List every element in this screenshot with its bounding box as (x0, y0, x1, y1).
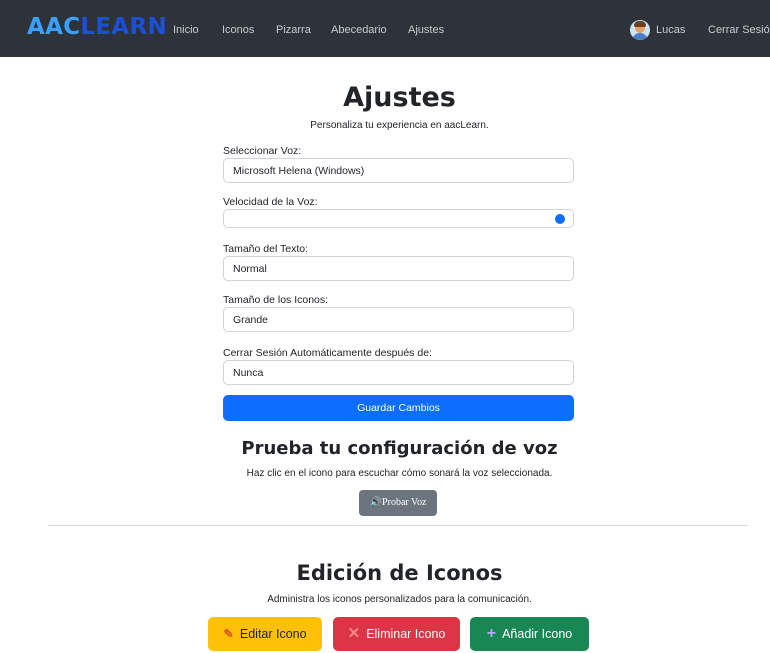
user-avatar-icon[interactable] (630, 20, 650, 40)
settings-title: Ajustes (343, 82, 456, 113)
edit-icon-button[interactable]: ✎ Editar Icono (208, 617, 322, 651)
nav-link-abecedario[interactable]: Abecedario (331, 24, 387, 36)
section-divider (48, 525, 748, 526)
voice-select[interactable]: Microsoft Helena (Windows) (223, 158, 574, 183)
icon-editing-subtitle: Administra los iconos personalizados par… (267, 594, 532, 605)
add-icon-label: Añadir Icono (502, 627, 573, 641)
nav-link-ajustes[interactable]: Ajustes (408, 24, 444, 36)
voice-test-subtitle: Haz clic en el icono para escuchar cómo … (246, 468, 553, 479)
icon-editing-title: Edición de Iconos (296, 561, 503, 585)
speed-slider-thumb[interactable] (555, 214, 565, 224)
nav-link-iconos[interactable]: Iconos (222, 24, 254, 36)
icon-size-label: Tamaño de los Iconos: (223, 294, 329, 306)
delete-icon-button[interactable]: ✕ Eliminar Icono (333, 617, 460, 651)
voice-label: Seleccionar Voz: (223, 145, 302, 157)
speaker-icon: 🔊 (369, 497, 383, 508)
icon-size-select[interactable]: Grande (223, 307, 574, 332)
edit-icon-label: Editar Icono (239, 627, 307, 641)
text-size-select[interactable]: Normal (223, 256, 574, 281)
voice-test-title: Prueba tu configuración de voz (241, 438, 558, 459)
settings-subtitle: Personaliza tu experiencia en aacLearn. (310, 120, 489, 131)
add-icon-button[interactable]: + Añadir Icono (470, 617, 589, 651)
navbar: AACLEARN Inicio Iconos Pizarra Abecedari… (0, 0, 770, 57)
user-name[interactable]: Lucas (656, 24, 685, 36)
nav-link-inicio[interactable]: Inicio (173, 24, 199, 36)
brand-part-2: LEARN (80, 14, 168, 40)
brand-logo[interactable]: AACLEARN (27, 14, 167, 40)
speed-label: Velocidad de la Voz: (223, 196, 318, 208)
pencil-icon: ✎ (223, 627, 234, 641)
text-size-label: Tamaño del Texto: (223, 243, 309, 255)
brand-part-1: AAC (27, 14, 81, 40)
nav-link-pizarra[interactable]: Pizarra (276, 24, 311, 36)
delete-icon-label: Eliminar Icono (366, 627, 446, 641)
auto-logout-label: Cerrar Sesión Automáticamente después de… (223, 347, 432, 359)
test-voice-button[interactable]: 🔊Probar Voz (359, 490, 437, 516)
auto-logout-select[interactable]: Nunca (223, 360, 574, 385)
plus-icon: + (486, 625, 497, 642)
save-changes-button[interactable]: Guardar Cambios (223, 395, 574, 421)
cross-icon: ✕ (347, 625, 361, 642)
test-voice-label: Probar Voz (382, 497, 427, 508)
speed-slider[interactable] (223, 209, 574, 228)
logout-link[interactable]: Cerrar Sesión (708, 24, 770, 36)
